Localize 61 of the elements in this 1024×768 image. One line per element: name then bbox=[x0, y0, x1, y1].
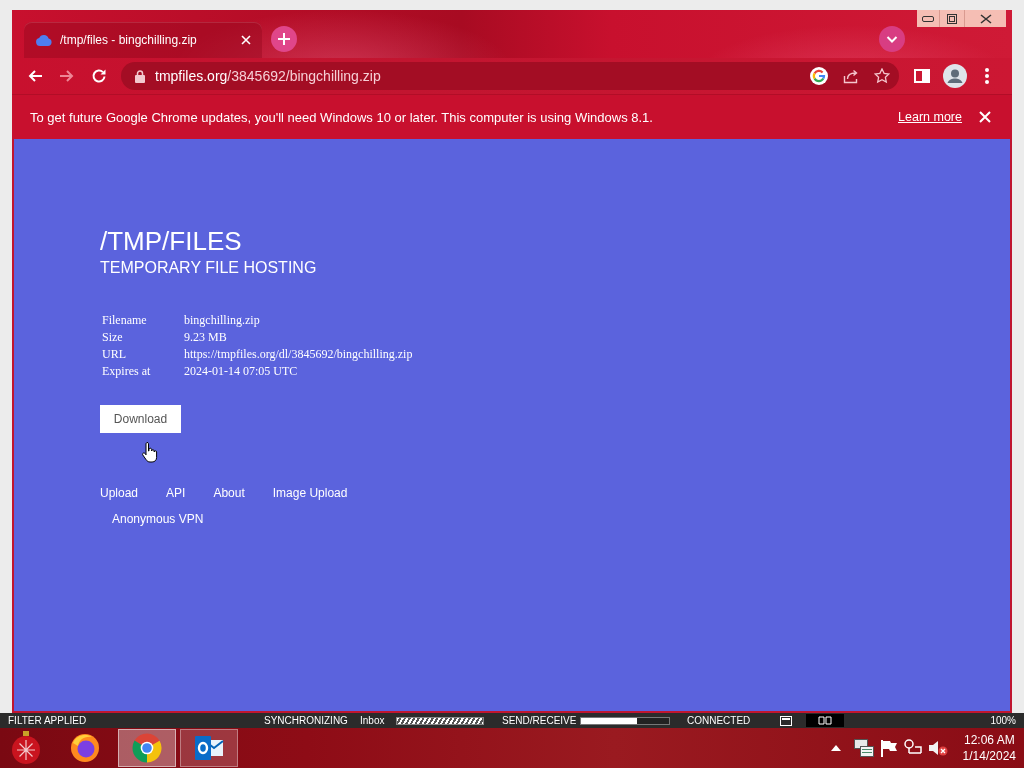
status-text: 100% bbox=[990, 714, 1016, 728]
firefox-icon bbox=[70, 733, 100, 763]
detail-label: Expires at bbox=[101, 363, 152, 380]
menu-icon[interactable] bbox=[985, 68, 989, 84]
status-text: SEND/RECEIVE bbox=[502, 714, 577, 728]
reload-icon[interactable] bbox=[91, 68, 107, 84]
close-button[interactable] bbox=[965, 10, 1006, 27]
share-icon[interactable] bbox=[843, 68, 859, 84]
close-icon[interactable] bbox=[241, 35, 251, 45]
nav-link[interactable]: API bbox=[166, 485, 186, 501]
side-panel-icon[interactable] bbox=[914, 69, 930, 83]
minimize-icon bbox=[922, 15, 934, 22]
close-icon bbox=[979, 13, 992, 24]
normal-view-icon[interactable] bbox=[780, 715, 792, 726]
clock-date[interactable]: 1/14/2024 bbox=[962, 748, 1016, 764]
status-text: SYNCHRONIZING bbox=[264, 714, 348, 728]
learn-more-link[interactable]: Learn more bbox=[898, 110, 962, 124]
status-text: Inbox bbox=[360, 714, 385, 728]
nav-link[interactable]: Anonymous VPN bbox=[112, 511, 204, 527]
nav-link[interactable]: About bbox=[213, 485, 245, 501]
detail-label: Size bbox=[101, 329, 124, 346]
restore-icon bbox=[947, 13, 957, 24]
chevron-down-icon[interactable] bbox=[879, 26, 905, 52]
avatar-icon[interactable] bbox=[943, 64, 967, 88]
muted-speaker-icon[interactable] bbox=[927, 739, 948, 757]
status-text: FILTER APPLIED bbox=[8, 714, 87, 728]
new-tab-icon[interactable] bbox=[271, 26, 297, 52]
nav-link[interactable]: Image Upload bbox=[272, 485, 348, 501]
detail-label: URL bbox=[101, 346, 127, 363]
close-icon[interactable] bbox=[979, 111, 991, 123]
google-g-icon[interactable] bbox=[810, 67, 828, 85]
nav-link[interactable]: Upload bbox=[100, 485, 139, 501]
restore-button[interactable] bbox=[940, 10, 965, 27]
detail-value: 9.23 MB bbox=[183, 329, 228, 346]
back-icon[interactable] bbox=[27, 68, 43, 84]
address-bar[interactable]: tmpfiles.org/3845692/bingchilling.zip bbox=[121, 62, 899, 90]
status-text: CONNECTED bbox=[687, 714, 751, 728]
caret-up-icon[interactable] bbox=[830, 745, 841, 751]
detail-value: bingchilling.zip bbox=[183, 312, 261, 329]
detail-label: Filename bbox=[101, 312, 148, 329]
minimize-button[interactable] bbox=[917, 10, 940, 27]
browser-tab[interactable]: /tmp/files - bingchilling.zip bbox=[24, 22, 262, 58]
reading-view-icon[interactable] bbox=[806, 714, 844, 727]
clock-time[interactable]: 12:06 AM bbox=[963, 732, 1015, 748]
detail-value: 2024-01-14 07:05 UTC bbox=[183, 363, 299, 380]
star-icon[interactable] bbox=[874, 68, 890, 84]
lock-icon bbox=[135, 69, 145, 83]
outlook-icon bbox=[194, 735, 224, 761]
site-title: /TMP/FILES bbox=[100, 226, 242, 256]
chrome-icon bbox=[132, 733, 162, 763]
flag-icon[interactable] bbox=[879, 739, 898, 757]
windows-icon[interactable] bbox=[853, 739, 874, 757]
download-button[interactable]: Download bbox=[100, 405, 181, 433]
site-subtitle: TEMPORARY FILE HOSTING bbox=[100, 258, 317, 278]
cloud-icon bbox=[36, 34, 52, 46]
detail-value: https://tmpfiles.org/dl/3845692/bingchilling.zip bbox=[183, 346, 413, 363]
hand-cursor-icon bbox=[141, 441, 158, 463]
network-icon[interactable] bbox=[903, 739, 922, 757]
taskbar-button[interactable] bbox=[180, 729, 238, 767]
ornament-icon bbox=[11, 731, 41, 765]
info-message: To get future Google Chrome updates, you'll need Windows 10 or later. This computer is using Windows 8.1. bbox=[30, 109, 653, 125]
